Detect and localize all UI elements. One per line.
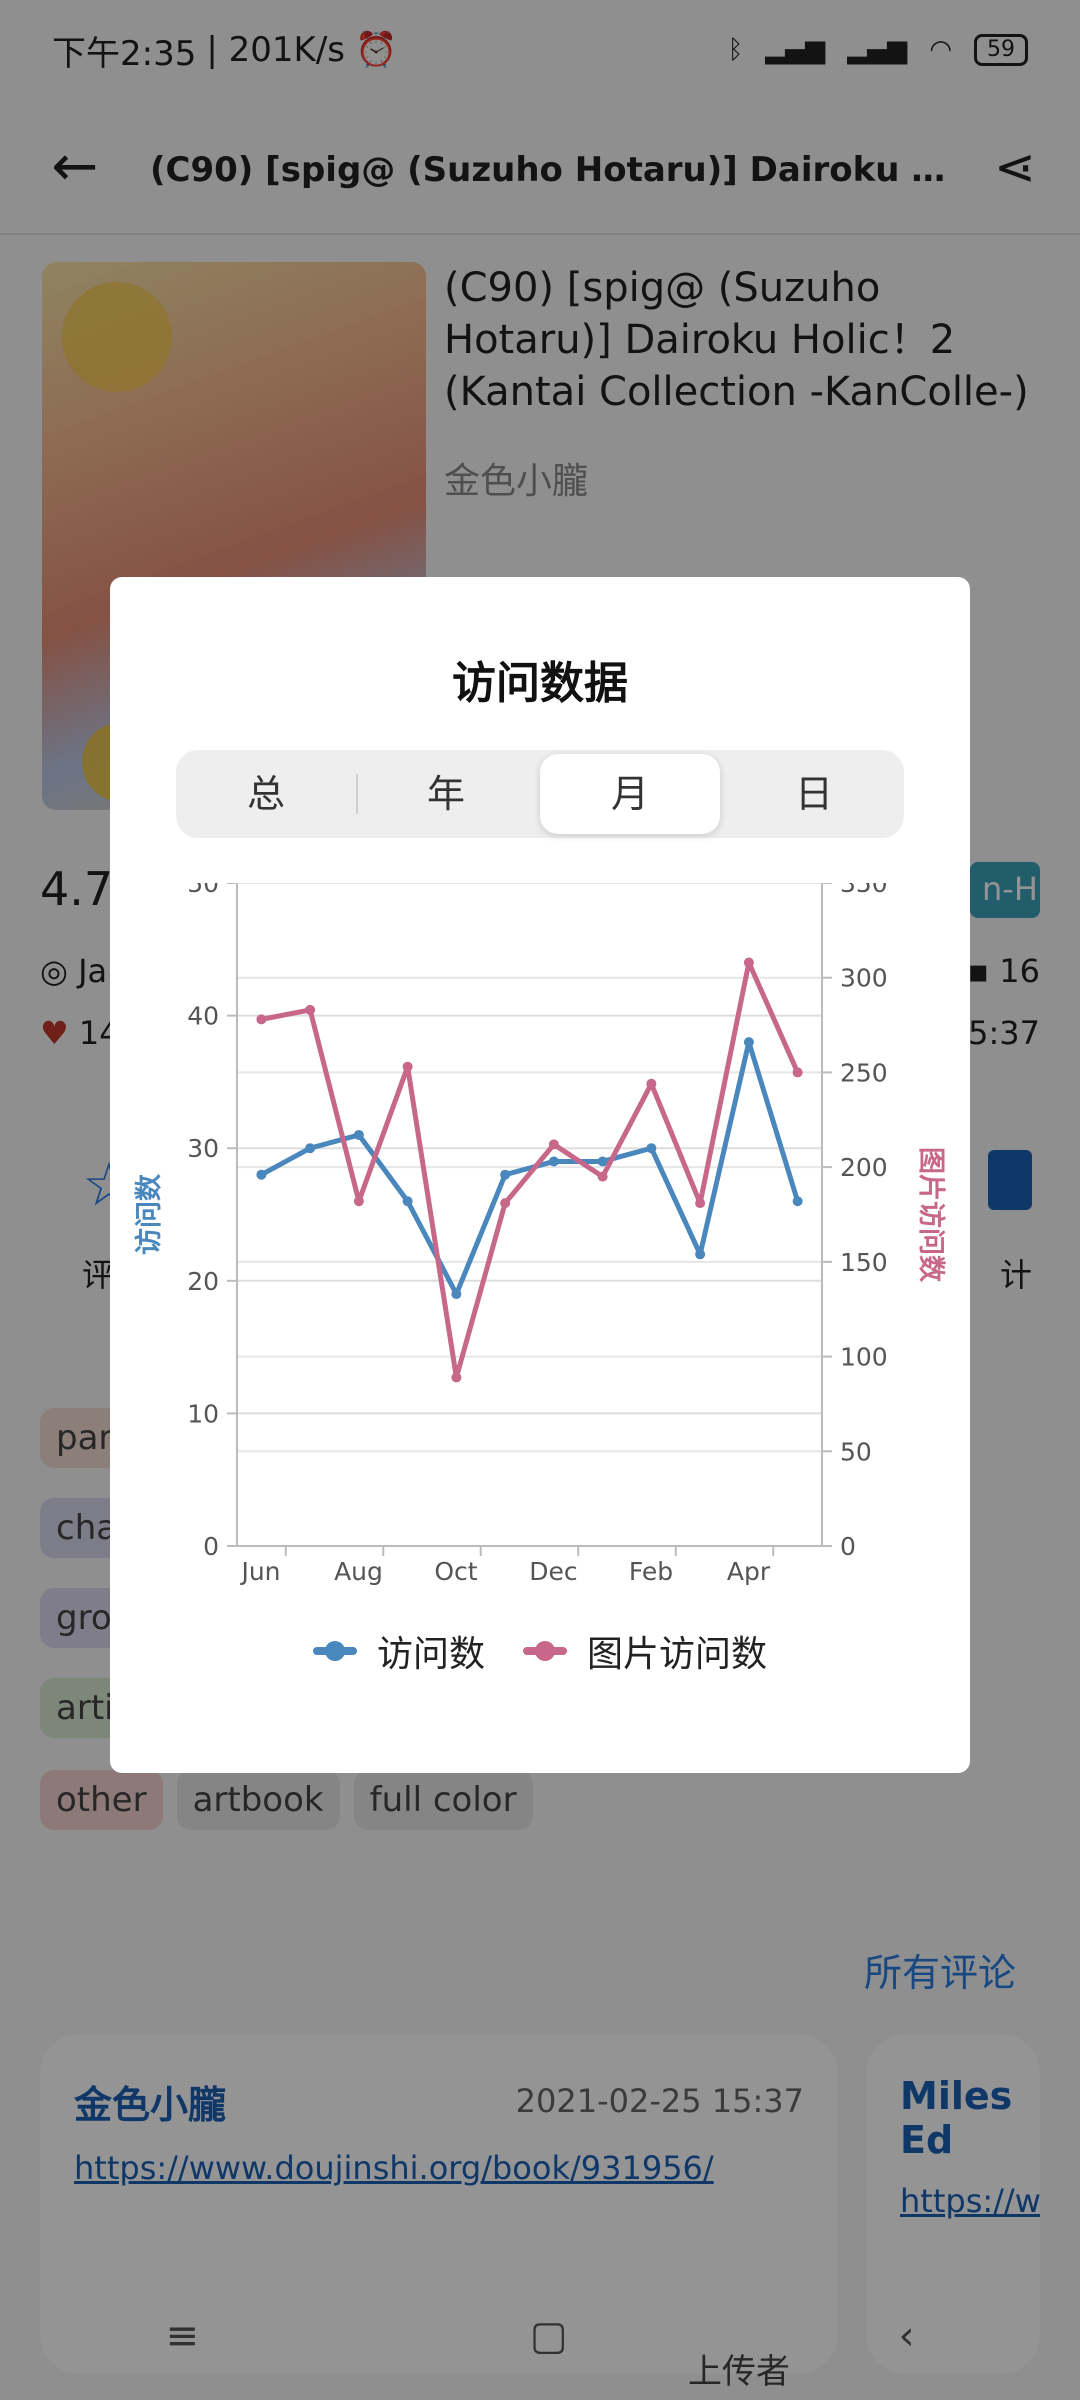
- x-tick-label: Jun: [239, 1557, 280, 1586]
- series-point-1: [353, 1196, 364, 1207]
- y-left-tick-label: 40: [187, 1002, 219, 1031]
- tab-month[interactable]: 月: [540, 754, 720, 834]
- legend-item-image-visits[interactable]: 图片访问数: [523, 1625, 767, 1677]
- period-segmented-control: 总 年 月 日: [176, 750, 904, 838]
- visits-line-chart: 0 10 20 30 40 50 0 50 100 150 200 250 300 350 Jun Aug Oc…: [134, 883, 946, 1586]
- y-right-tick-label: 350: [840, 883, 888, 898]
- series-point-1: [792, 1067, 803, 1078]
- series-point-1: [256, 1014, 267, 1025]
- tab-day[interactable]: 日: [724, 750, 904, 838]
- y-left-axis-title: 访问数: [134, 1173, 165, 1255]
- y-left-tick-label: 30: [187, 1134, 219, 1163]
- series-point-0: [451, 1289, 462, 1300]
- tab-year[interactable]: 年: [356, 750, 536, 838]
- y-right-tick-label: 200: [840, 1153, 888, 1182]
- series-point-1: [695, 1198, 706, 1209]
- series-point-0: [792, 1196, 803, 1207]
- y-right-tick-label: 100: [840, 1343, 888, 1372]
- legend-item-visits[interactable]: 访问数: [312, 1625, 485, 1677]
- x-tick-label: Aug: [334, 1557, 383, 1586]
- y-left-tick-label: 50: [187, 883, 219, 898]
- series-point-1: [548, 1139, 559, 1150]
- x-tick-label: Apr: [727, 1557, 771, 1586]
- y-right-tick-label: 150: [840, 1248, 888, 1277]
- tab-year-label: 年: [426, 772, 465, 816]
- tab-divider: [356, 774, 358, 814]
- legend-label: 图片访问数: [587, 1634, 768, 1675]
- legend-swatch: [312, 1641, 357, 1661]
- series-point-1: [305, 1004, 316, 1015]
- series-point-0: [256, 1169, 267, 1180]
- series-point-0: [548, 1156, 559, 1167]
- series-point-1: [451, 1372, 462, 1383]
- series-point-0: [305, 1143, 316, 1154]
- series-point-1: [743, 957, 754, 968]
- x-tick-label: Feb: [629, 1557, 673, 1586]
- series-point-1: [500, 1198, 511, 1209]
- series-point-0: [402, 1196, 413, 1207]
- series-point-0: [695, 1249, 706, 1260]
- series-point-0: [500, 1169, 511, 1180]
- series-point-1: [597, 1171, 608, 1182]
- x-tick-label: Oct: [434, 1557, 477, 1586]
- series-point-1: [402, 1061, 413, 1072]
- series-point-0: [743, 1037, 754, 1048]
- legend-swatch: [523, 1641, 567, 1661]
- y-right-axis-title: 图片访问数: [915, 1147, 946, 1283]
- y-left-tick-label: 10: [187, 1399, 219, 1428]
- y-right-tick-label: 300: [840, 964, 888, 993]
- y-right-tick-label: 250: [840, 1058, 888, 1087]
- y-right-tick-label: 0: [840, 1532, 856, 1561]
- tab-total[interactable]: 总: [176, 750, 356, 838]
- legend-label: 访问数: [376, 1634, 485, 1675]
- visit-stats-dialog: 访问数据 总 年 月 日 0 10 20 30 40 50 0 50 100 150 200 250 3…: [110, 577, 970, 1773]
- y-left-tick-label: 0: [203, 1532, 219, 1561]
- series-point-0: [646, 1143, 657, 1154]
- y-left-tick-label: 20: [187, 1267, 219, 1296]
- series-point-1: [646, 1078, 657, 1089]
- series-point-0: [353, 1129, 364, 1140]
- x-tick-label: Dec: [529, 1557, 577, 1586]
- y-right-tick-label: 50: [840, 1437, 872, 1466]
- dialog-title: 访问数据: [452, 658, 628, 709]
- chart-legend: 访问数 图片访问数: [110, 1625, 970, 1677]
